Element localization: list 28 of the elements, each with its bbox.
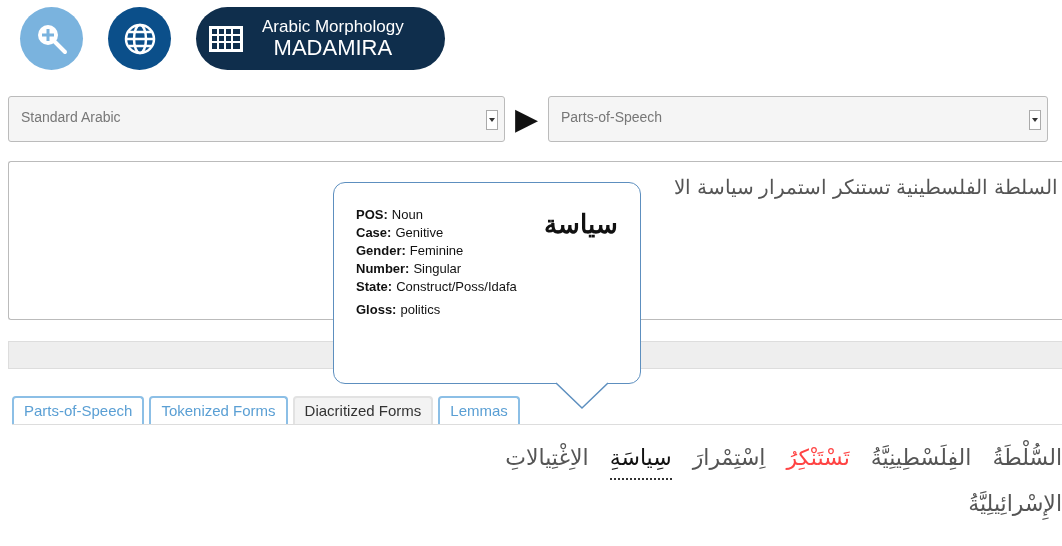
globe-icon	[122, 21, 157, 56]
feature-label: Number:	[356, 261, 410, 276]
output-word[interactable]: السُّلْطَةُ	[992, 438, 1062, 478]
feature-value: Feminine	[409, 243, 464, 258]
dropdown[interactable]: Parts-of-Speech	[548, 96, 1048, 142]
feature-value: Singular	[413, 261, 462, 276]
output-word[interactable]: الإِسْرائِيلِيَّةُ	[968, 484, 1062, 524]
dropdown[interactable]: Standard Arabic	[8, 96, 505, 142]
gloss-value: politics	[400, 302, 441, 317]
feature-value: Noun	[391, 207, 423, 222]
caret-icon	[486, 110, 498, 130]
gloss-label: Gloss:	[356, 302, 397, 317]
feature-label: Gender:	[356, 243, 406, 258]
output-word[interactable]: اِسْتِمْرارَ	[692, 438, 766, 478]
grid-icon	[208, 24, 244, 53]
feature-label: State:	[356, 279, 393, 294]
run-button[interactable]: ▶	[515, 104, 538, 134]
feature-label: Case:	[356, 225, 392, 240]
popover-word: سياسة	[544, 208, 618, 241]
feature-label: POS:	[356, 207, 388, 222]
output-word[interactable]: الفِلَسْطِينِيَّةُ	[870, 438, 972, 478]
feature-value: Construct/Poss/Idafa	[396, 279, 517, 294]
caret-icon	[1029, 110, 1041, 130]
tab[interactable]: Diacritized Forms	[292, 396, 434, 424]
app-title-button[interactable]: Arabic Morphology MADAMIRA	[196, 7, 445, 70]
output-word[interactable]: الاِغْتِيالاتِ	[505, 438, 589, 478]
output-word[interactable]: سِياسَةِ	[609, 438, 672, 480]
feature-value: Genitive	[395, 225, 444, 240]
